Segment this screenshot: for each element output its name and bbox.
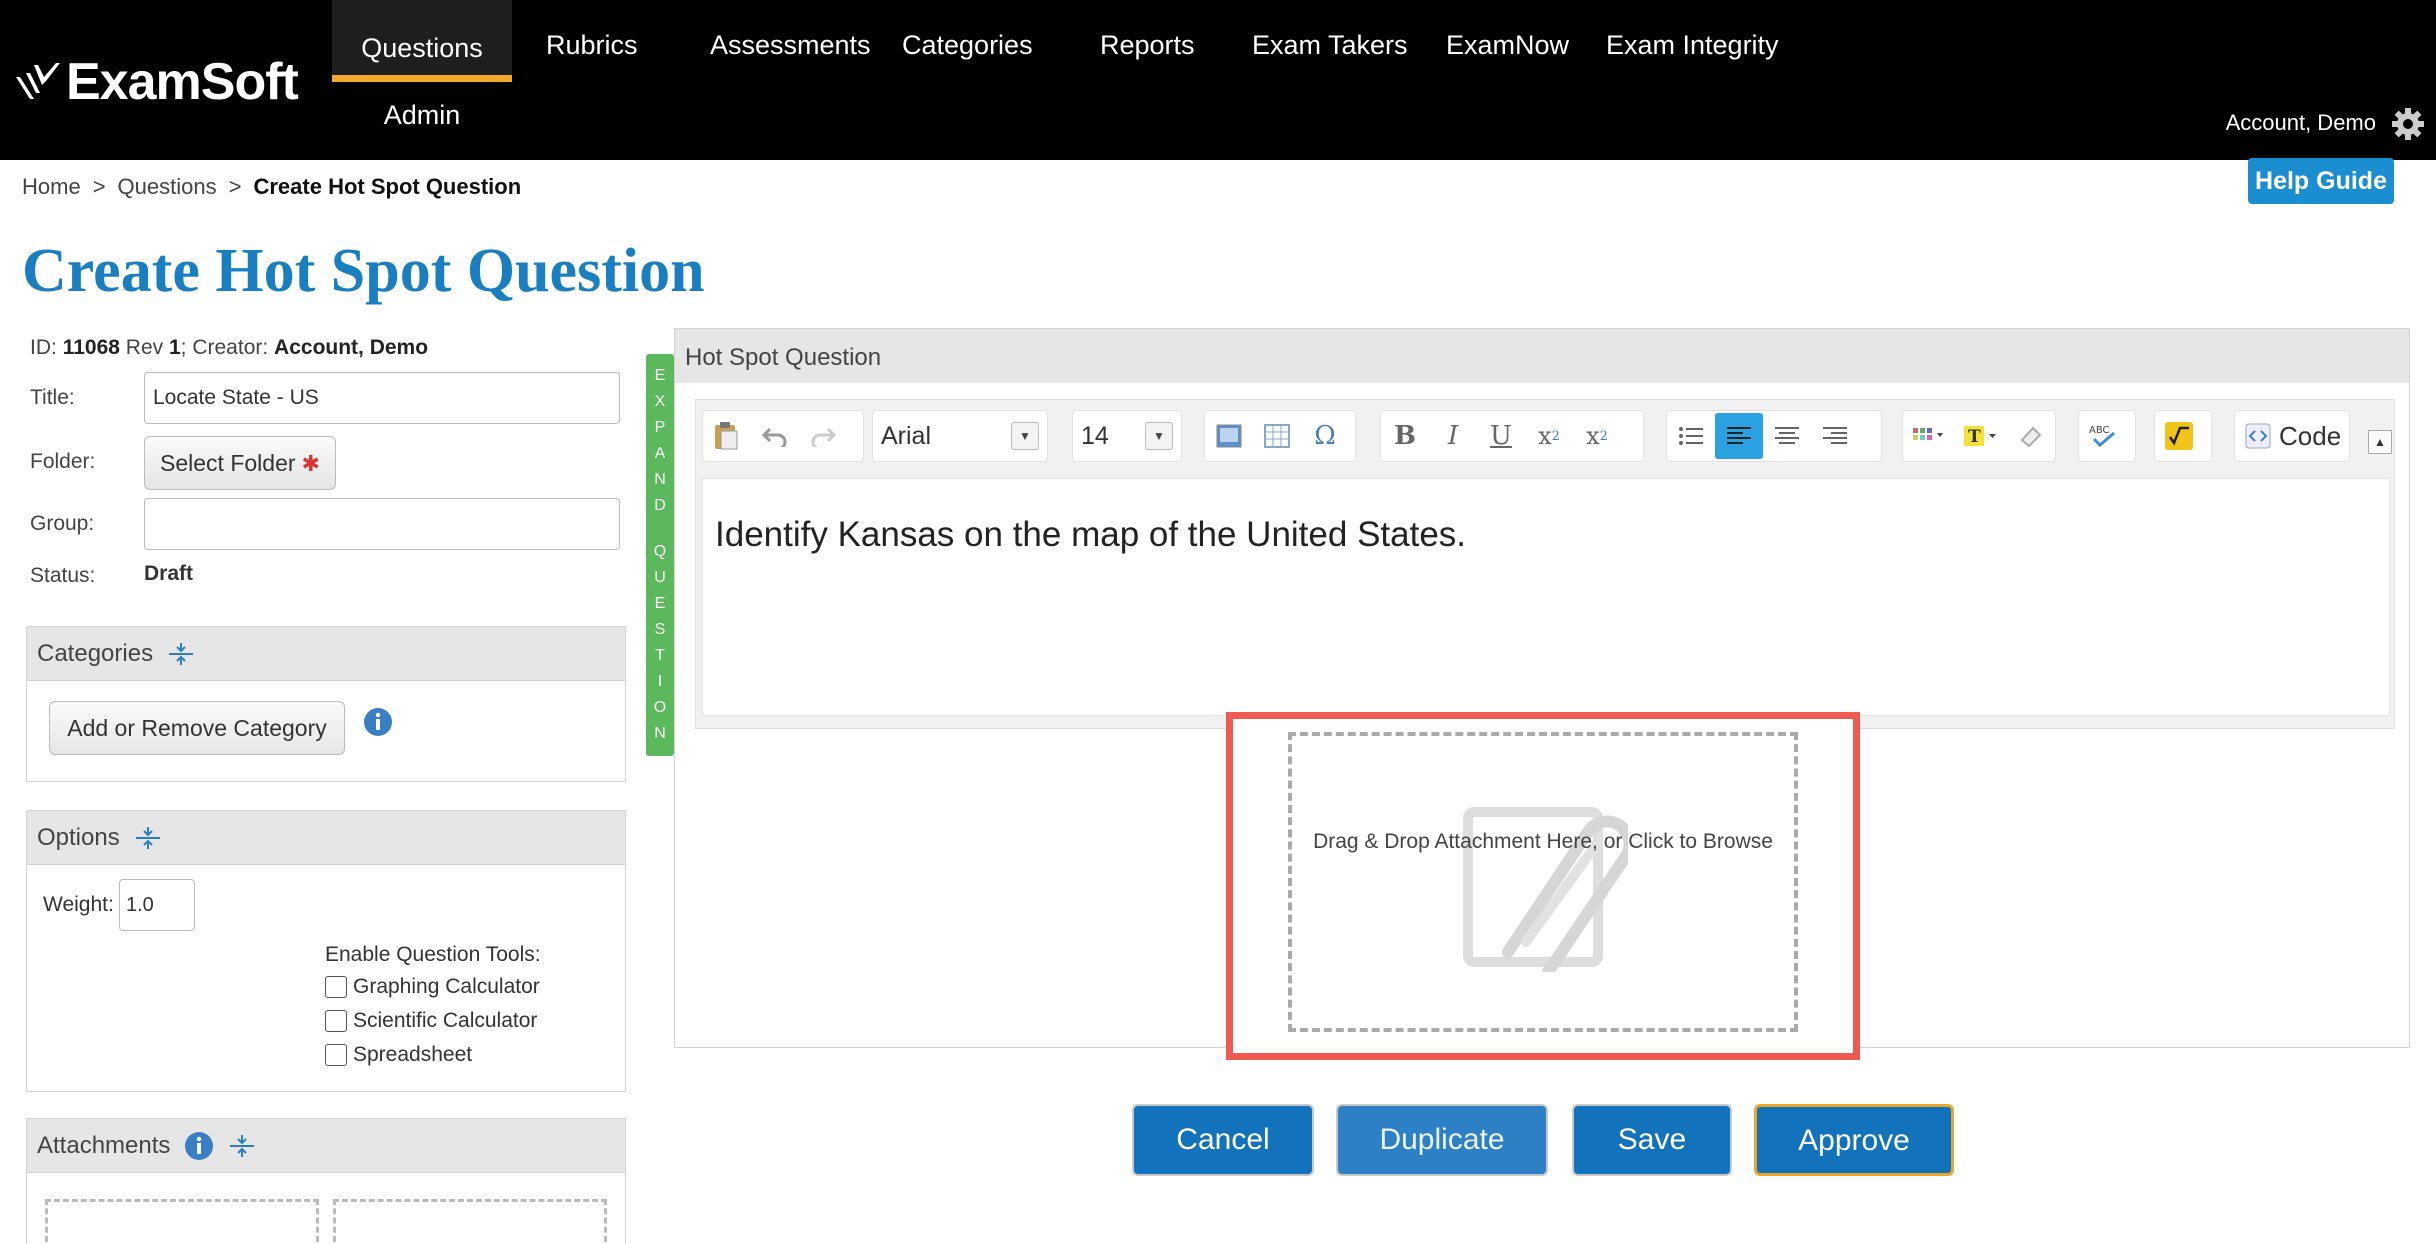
weight-input[interactable]: 1.0 — [119, 879, 195, 931]
attachment-slot[interactable] — [333, 1199, 607, 1244]
text-color-icon[interactable] — [1903, 413, 1955, 459]
font-family-select[interactable]: Arial ▼ — [873, 413, 1047, 459]
categories-panel: Categories Add or Remove Category — [26, 626, 626, 782]
code-view-button[interactable]: Code — [2235, 421, 2351, 452]
gear-icon[interactable] — [2390, 106, 2426, 142]
nav-exam-takers[interactable]: Exam Takers — [1252, 30, 1408, 61]
expand-question-toggle[interactable]: EXPAND QUESTION — [646, 354, 674, 756]
breadcrumb-questions[interactable]: Questions — [118, 174, 217, 200]
bullet-list-icon[interactable] — [1667, 413, 1715, 459]
checkbox[interactable] — [325, 1044, 347, 1066]
page-title: Create Hot Spot Question — [22, 237, 705, 305]
collapse-toolbar-icon[interactable]: ▲ — [2368, 430, 2392, 454]
redo-icon[interactable] — [799, 413, 847, 459]
examsoft-logo-icon — [16, 63, 60, 99]
categories-heading: Categories — [37, 639, 154, 667]
collapse-icon[interactable] — [228, 1132, 256, 1160]
undo-icon[interactable] — [751, 413, 799, 459]
image-icon[interactable] — [1205, 413, 1253, 459]
title-input[interactable]: Locate State - US — [144, 372, 620, 424]
title-label: Title: — [30, 386, 75, 409]
svg-text:T: T — [1968, 427, 1981, 447]
top-navigation-bar: ExamSoft Questions Rubrics Assessments C… — [0, 0, 2436, 160]
account-menu[interactable]: Account, Demo — [2226, 110, 2376, 136]
breadcrumb-separator: > — [228, 174, 242, 199]
align-center-icon[interactable] — [1763, 413, 1811, 459]
editor-toolbar: Arial ▼ 14 ▼ Ω B I U x2 x2 T ABC Code ▲ — [696, 400, 2396, 474]
tool-spreadsheet[interactable]: Spreadsheet — [325, 1043, 472, 1067]
spellcheck-icon[interactable]: ABC — [2079, 413, 2127, 459]
save-button[interactable]: Save — [1572, 1104, 1732, 1176]
paperclip-icon — [1463, 807, 1628, 972]
special-character-icon[interactable]: Ω — [1301, 413, 1349, 459]
weight-label: Weight: — [43, 893, 114, 916]
nav-assessments[interactable]: Assessments — [710, 30, 871, 61]
table-icon[interactable] — [1253, 413, 1301, 459]
question-meta: ID: 11068 Rev 1; Creator: Account, Demo — [30, 336, 429, 359]
paste-icon[interactable] — [703, 413, 751, 459]
question-panel-title: Hot Spot Question — [675, 329, 2409, 383]
collapse-icon[interactable] — [167, 640, 195, 668]
equation-icon[interactable] — [2155, 413, 2203, 459]
info-icon[interactable] — [363, 707, 393, 737]
attachments-heading: Attachments — [37, 1131, 171, 1159]
status-label: Status: — [30, 564, 96, 587]
nav-reports[interactable]: Reports — [1100, 30, 1195, 61]
question-tools-label: Enable Question Tools: — [325, 943, 541, 966]
nav-questions[interactable]: Questions — [332, 0, 512, 82]
nav-rubrics[interactable]: Rubrics — [546, 30, 638, 61]
status-value: Draft — [144, 562, 194, 585]
attachments-panel: Attachments — [26, 1118, 626, 1244]
help-guide-button[interactable]: Help Guide — [2248, 158, 2394, 204]
cancel-button[interactable]: Cancel — [1132, 1104, 1314, 1176]
options-heading: Options — [37, 823, 120, 851]
svg-text:ABC: ABC — [2089, 425, 2110, 436]
nav-examnow[interactable]: ExamNow — [1446, 30, 1569, 61]
attachment-dropzone[interactable]: Drag & Drop Attachment Here, or Click to… — [1288, 732, 1798, 1032]
underline-icon[interactable]: U — [1477, 413, 1525, 459]
group-label: Group: — [30, 512, 95, 535]
nav-categories[interactable]: Categories — [902, 30, 1033, 61]
align-right-icon[interactable] — [1811, 413, 1859, 459]
bold-icon[interactable]: B — [1381, 413, 1429, 459]
folder-label: Folder: — [30, 450, 96, 473]
highlight-color-icon[interactable]: T — [1955, 413, 2007, 459]
approve-button[interactable]: Approve — [1754, 1104, 1954, 1176]
superscript-icon[interactable]: x2 — [1573, 413, 1621, 459]
chevron-down-icon: ▼ — [1011, 422, 1039, 450]
required-icon: ✱ — [301, 451, 320, 476]
code-icon — [2245, 423, 2271, 449]
tool-scientific-calculator[interactable]: Scientific Calculator — [325, 1009, 537, 1033]
nav-exam-integrity[interactable]: Exam Integrity — [1606, 30, 1779, 61]
examsoft-logo[interactable]: ExamSoft — [12, 52, 299, 112]
collapse-icon[interactable] — [134, 824, 162, 852]
breadcrumb-separator: > — [92, 174, 106, 199]
checkbox[interactable] — [325, 1010, 347, 1032]
question-text-area[interactable]: Identify Kansas on the map of the United… — [702, 478, 2390, 716]
chevron-down-icon: ▼ — [1145, 422, 1173, 450]
duplicate-button[interactable]: Duplicate — [1336, 1104, 1548, 1176]
breadcrumb: Home > Questions > Create Hot Spot Quest… — [22, 174, 521, 200]
dropzone-text: Drag & Drop Attachment Here, or Click to… — [1313, 830, 1773, 853]
eraser-icon[interactable] — [2007, 413, 2055, 459]
align-left-icon[interactable] — [1715, 413, 1763, 459]
italic-icon[interactable]: I — [1429, 413, 1477, 459]
attachment-slot[interactable] — [45, 1199, 319, 1244]
options-panel: Options Weight: 1.0 Enable Question Tool… — [26, 810, 626, 1092]
nav-admin[interactable]: Admin — [332, 100, 512, 131]
subscript-icon[interactable]: x2 — [1525, 413, 1573, 459]
tool-graphing-calculator[interactable]: Graphing Calculator — [325, 975, 540, 999]
font-size-select[interactable]: 14 ▼ — [1073, 413, 1181, 459]
add-remove-category-button[interactable]: Add or Remove Category — [49, 701, 345, 755]
checkbox[interactable] — [325, 976, 347, 998]
group-input[interactable] — [144, 498, 620, 550]
breadcrumb-current: Create Hot Spot Question — [253, 174, 522, 199]
select-folder-button[interactable]: Select Folder ✱ — [144, 436, 336, 490]
rich-text-editor: Arial ▼ 14 ▼ Ω B I U x2 x2 T ABC Code ▲ … — [695, 399, 2395, 729]
info-icon[interactable] — [184, 1131, 214, 1161]
breadcrumb-home[interactable]: Home — [22, 174, 81, 200]
logo-text: ExamSoft — [66, 53, 299, 111]
